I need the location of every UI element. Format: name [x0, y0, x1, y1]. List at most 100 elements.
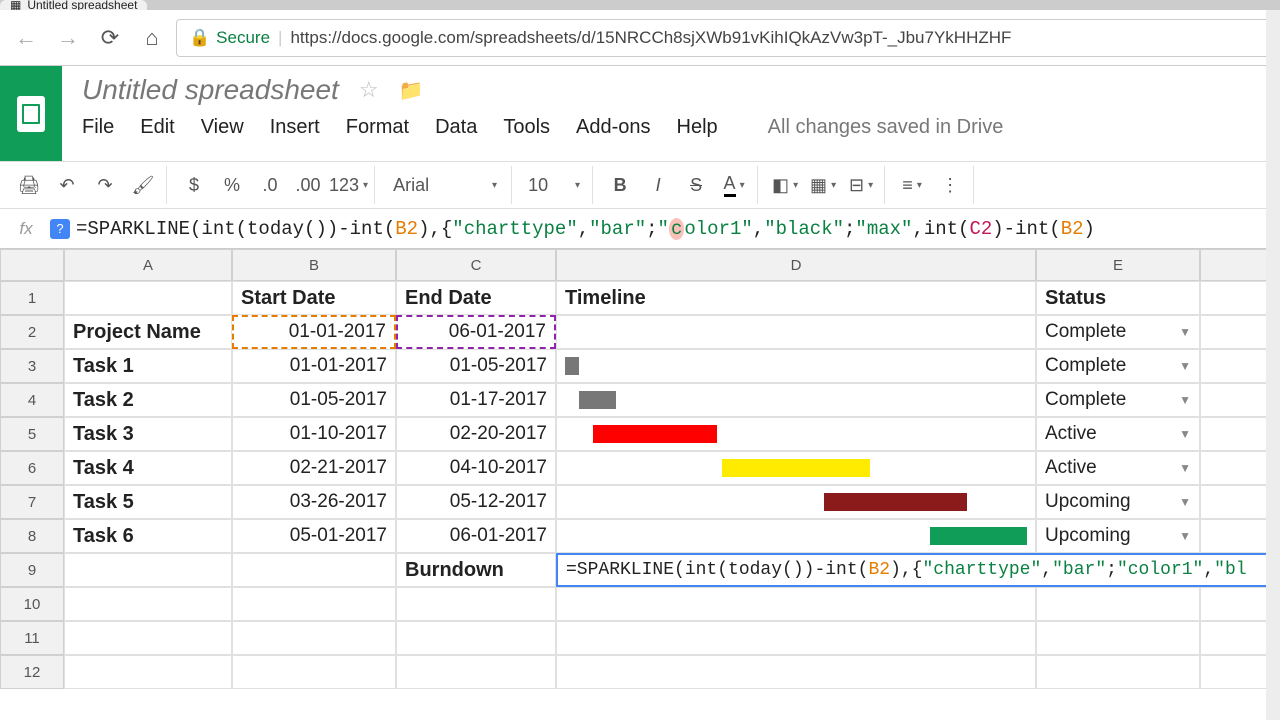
cell[interactable] — [232, 553, 396, 587]
cell[interactable] — [232, 621, 396, 655]
cell[interactable] — [556, 621, 1036, 655]
cell[interactable] — [396, 621, 556, 655]
cell[interactable]: Task 4 — [64, 451, 232, 485]
sparkline-cell[interactable] — [556, 417, 1036, 451]
cell[interactable] — [64, 655, 232, 689]
col-header-b[interactable]: B — [232, 249, 396, 281]
dropdown-icon[interactable]: ▼ — [1179, 359, 1191, 373]
cell[interactable]: Project Name — [64, 315, 232, 349]
cell[interactable] — [396, 587, 556, 621]
menu-help[interactable]: Help — [677, 116, 718, 139]
menu-addons[interactable]: Add-ons — [576, 116, 651, 139]
col-header-a[interactable]: A — [64, 249, 232, 281]
decrease-decimal-icon[interactable]: .0 — [253, 169, 287, 201]
row-header[interactable]: 10 — [0, 587, 64, 621]
cell[interactable] — [64, 587, 232, 621]
cell[interactable]: End Date — [396, 281, 556, 315]
paint-format-icon[interactable]: 🖌 — [126, 169, 160, 201]
spreadsheet-grid[interactable]: A B C D E 1 Start Date End Date Timeline… — [0, 249, 1280, 689]
vertical-scrollbar[interactable] — [1266, 10, 1280, 720]
menu-data[interactable]: Data — [435, 116, 477, 139]
strikethrough-button[interactable]: S — [679, 169, 713, 201]
folder-icon[interactable]: 📁 — [399, 78, 424, 103]
bold-button[interactable]: B — [603, 169, 637, 201]
cell[interactable]: Task 6 — [64, 519, 232, 553]
status-cell[interactable]: Active▼ — [1036, 451, 1200, 485]
increase-decimal-icon[interactable]: .00 — [291, 169, 325, 201]
cell[interactable]: 06-01-2017 — [396, 519, 556, 553]
cell[interactable]: 03-26-2017 — [232, 485, 396, 519]
cell[interactable] — [556, 587, 1036, 621]
browser-tab[interactable]: ▦ Untitled spreadsheet — [0, 0, 147, 10]
cell[interactable]: 06-01-2017 — [396, 315, 556, 349]
row-header[interactable]: 9 — [0, 553, 64, 587]
star-icon[interactable]: ☆ — [359, 77, 379, 103]
row-header[interactable]: 11 — [0, 621, 64, 655]
menu-file[interactable]: File — [82, 116, 114, 139]
forward-button[interactable]: → — [50, 20, 86, 56]
status-cell[interactable]: Complete▼ — [1036, 349, 1200, 383]
cell-editing-formula[interactable]: =SPARKLINE(int(today())-int(B2),{"chartt… — [556, 553, 1280, 587]
formula-bar[interactable]: fx ? =SPARKLINE(int(today())-int(B2),{"c… — [0, 209, 1280, 249]
cell[interactable]: 01-05-2017 — [232, 383, 396, 417]
dropdown-icon[interactable]: ▼ — [1179, 529, 1191, 543]
redo-icon[interactable]: ↷ — [88, 169, 122, 201]
sparkline-cell[interactable] — [556, 519, 1036, 553]
cell[interactable] — [64, 621, 232, 655]
row-header[interactable]: 3 — [0, 349, 64, 383]
cell[interactable]: 01-01-2017 — [232, 349, 396, 383]
cell[interactable]: 02-21-2017 — [232, 451, 396, 485]
merge-cells-button[interactable]: ⊟ — [844, 169, 878, 201]
status-cell[interactable]: Complete▼ — [1036, 383, 1200, 417]
status-cell[interactable]: Active▼ — [1036, 417, 1200, 451]
reload-button[interactable]: ⟳ — [92, 20, 128, 56]
font-size-select[interactable]: 10 — [522, 169, 586, 201]
cell[interactable]: Task 3 — [64, 417, 232, 451]
cell[interactable]: 01-10-2017 — [232, 417, 396, 451]
currency-icon[interactable]: $ — [177, 169, 211, 201]
cell[interactable]: 01-01-2017 — [232, 315, 396, 349]
cell[interactable] — [396, 655, 556, 689]
cell[interactable]: Burndown — [396, 553, 556, 587]
row-header[interactable]: 12 — [0, 655, 64, 689]
text-color-button[interactable]: A — [717, 169, 751, 201]
back-button[interactable]: ← — [8, 20, 44, 56]
status-cell[interactable]: Upcoming▼ — [1036, 485, 1200, 519]
formula-help-icon[interactable]: ? — [50, 219, 70, 239]
url-bar[interactable]: 🔒 Secure | https://docs.google.com/sprea… — [176, 19, 1272, 57]
cell[interactable]: 01-17-2017 — [396, 383, 556, 417]
cell[interactable]: Timeline — [556, 281, 1036, 315]
status-cell[interactable]: Complete▼ — [1036, 315, 1200, 349]
cell[interactable] — [556, 655, 1036, 689]
dropdown-icon[interactable]: ▼ — [1179, 495, 1191, 509]
fill-color-button[interactable]: ◧ — [768, 169, 802, 201]
italic-button[interactable]: I — [641, 169, 675, 201]
menu-format[interactable]: Format — [346, 116, 409, 139]
dropdown-icon[interactable]: ▼ — [1179, 325, 1191, 339]
dropdown-icon[interactable]: ▼ — [1179, 461, 1191, 475]
dropdown-icon[interactable]: ▼ — [1179, 427, 1191, 441]
cell[interactable]: 05-01-2017 — [232, 519, 396, 553]
col-header-c[interactable]: C — [396, 249, 556, 281]
col-header-e[interactable]: E — [1036, 249, 1200, 281]
cell[interactable] — [64, 281, 232, 315]
col-header-d[interactable]: D — [556, 249, 1036, 281]
font-family-select[interactable]: Arial — [385, 169, 505, 201]
cell[interactable] — [1036, 655, 1200, 689]
row-header[interactable]: 2 — [0, 315, 64, 349]
cell[interactable]: Task 1 — [64, 349, 232, 383]
cell[interactable] — [556, 315, 1036, 349]
cell[interactable]: 01-05-2017 — [396, 349, 556, 383]
row-header[interactable]: 1 — [0, 281, 64, 315]
cell[interactable] — [1036, 587, 1200, 621]
doc-title[interactable]: Untitled spreadsheet — [82, 74, 339, 106]
sparkline-cell[interactable] — [556, 485, 1036, 519]
cell[interactable] — [232, 587, 396, 621]
row-header[interactable]: 7 — [0, 485, 64, 519]
row-header[interactable]: 5 — [0, 417, 64, 451]
row-header[interactable]: 8 — [0, 519, 64, 553]
number-format-button[interactable]: 123 — [329, 169, 368, 201]
menu-view[interactable]: View — [201, 116, 244, 139]
row-header[interactable]: 4 — [0, 383, 64, 417]
status-cell[interactable]: Upcoming▼ — [1036, 519, 1200, 553]
